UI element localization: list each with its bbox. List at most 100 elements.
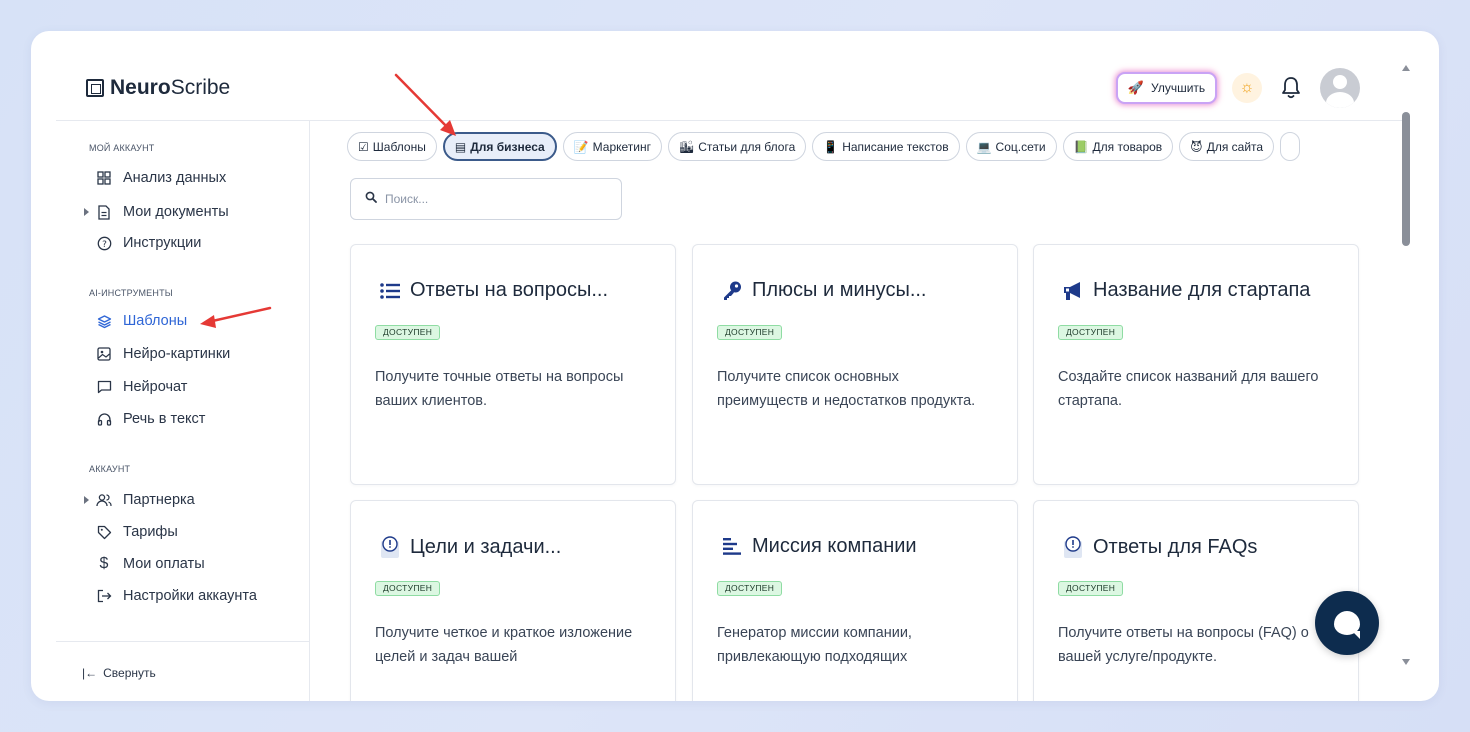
scroll-down-arrow-icon[interactable]: [1402, 659, 1410, 665]
chat-bubble-icon: [1334, 611, 1360, 639]
users-icon: [96, 492, 112, 508]
card-description: Создайте список названий для вашего стар…: [1058, 369, 1319, 409]
sidebar-item-my-documents[interactable]: Мои документы: [84, 202, 229, 222]
scrollbar-thumb[interactable]: [1402, 112, 1410, 246]
card-title: Ответы для FAQs: [1093, 535, 1258, 558]
card-description: Получите список основных преимуществ и н…: [717, 369, 976, 409]
caret-right-icon: [84, 496, 89, 504]
template-card[interactable]: Ответы на вопросы... ДОСТУПЕН Получите т…: [350, 244, 676, 485]
notification-bell-icon[interactable]: [1280, 75, 1302, 101]
collapse-label: Свернуть: [103, 666, 156, 680]
rocket-icon: 🚀: [1127, 80, 1145, 95]
devil-icon: 😈: [1190, 139, 1203, 154]
megaphone-icon: [1061, 280, 1085, 302]
tab-label: Для сайта: [1206, 139, 1264, 154]
tab-marketing[interactable]: 📝 Маркетинг: [562, 132, 663, 161]
status-badge: ДОСТУПЕН: [1058, 325, 1124, 340]
theme-toggle-sun-icon[interactable]: ☼: [1232, 73, 1262, 103]
search-box: [350, 178, 622, 220]
tab-blog-articles[interactable]: 🏙 Статьи для блога: [668, 132, 807, 161]
tab-for-website[interactable]: 😈 Для сайта: [1179, 132, 1275, 161]
card-title: Миссия компании: [752, 535, 917, 557]
card-description: Генератор миссии компании, привлекающую …: [717, 625, 912, 665]
key-icon: [720, 280, 744, 302]
sidebar-item-neurochat[interactable]: Нейрочат: [86, 377, 187, 397]
search-icon: [365, 190, 377, 208]
sidebar-item-label: Анализ данных: [123, 170, 227, 186]
card-title: Плюсы и минусы...: [752, 279, 927, 301]
sidebar-item-label: Нейрочат: [123, 379, 188, 395]
template-card[interactable]: Ответы для FAQs ДОСТУПЕН Получите ответы…: [1033, 500, 1359, 701]
image-icon: [96, 346, 112, 362]
logo-icon: [86, 79, 104, 97]
document-icon: [96, 204, 112, 220]
card-description: Получите точные ответы на вопросы ваших …: [375, 369, 624, 409]
sidebar-item-label: Речь в текст: [123, 411, 206, 427]
section-title-account: АККАУНТ: [89, 464, 131, 474]
card-description: Получите четкое и краткое изложение целе…: [375, 625, 633, 665]
card-title: Цели и задачи...: [410, 535, 562, 558]
caret-right-icon: [84, 208, 89, 216]
tab-for-products[interactable]: 📗 Для товаров: [1062, 132, 1174, 161]
card-title: Ответы на вопросы...: [410, 279, 609, 301]
sidebar-divider: [56, 641, 310, 642]
sidebar-item-partners[interactable]: Партнерка: [84, 490, 195, 510]
user-avatar[interactable]: [1320, 68, 1360, 108]
upgrade-button[interactable]: 🚀 Улучшить: [1116, 72, 1217, 104]
section-title-my-account: МОЙ АККАУНТ: [89, 143, 155, 153]
sidebar-item-data-analysis[interactable]: Анализ данных: [86, 168, 226, 188]
tab-label: Шаблоны: [372, 139, 426, 154]
scroll-up-arrow-icon[interactable]: [1402, 65, 1410, 71]
sidebar-item-label: Инструкции: [123, 235, 202, 251]
alert-icon: [1061, 535, 1085, 559]
tab-label: Соц.сети: [995, 139, 1046, 154]
support-chat-button[interactable]: [1315, 591, 1379, 655]
align-icon: [720, 536, 744, 558]
section-title-ai-tools: AI-ИНСТРУМЕНТЫ: [89, 288, 173, 298]
sidebar-item-label: Настройки аккаунта: [123, 588, 257, 604]
sidebar-item-speech-to-text[interactable]: Речь в текст: [86, 409, 205, 429]
tab-label: Для товаров: [1092, 139, 1163, 154]
sidebar-item-neuro-images[interactable]: Нейро-картинки: [86, 344, 230, 364]
template-card[interactable]: Цели и задачи... ДОСТУПЕН Получите четко…: [350, 500, 676, 701]
memo-icon: 📝: [573, 139, 589, 154]
sidebar-item-label: Партнерка: [123, 492, 195, 508]
scrollbar[interactable]: [1399, 61, 1413, 671]
sidebar-item-label: Тарифы: [123, 524, 178, 540]
template-card[interactable]: Миссия компании ДОСТУПЕН Генератор мисси…: [692, 500, 1018, 701]
upgrade-label: Улучшить: [1151, 81, 1206, 95]
status-badge: ДОСТУПЕН: [717, 325, 783, 340]
help-circle-icon: ?: [96, 235, 112, 251]
sidebar-item-account-settings[interactable]: Настройки аккаунта: [86, 586, 257, 606]
status-badge: ДОСТУПЕН: [1058, 581, 1124, 596]
status-badge: ДОСТУПЕН: [375, 325, 441, 340]
template-card[interactable]: Название для стартапа ДОСТУПЕН Создайте …: [1033, 244, 1359, 485]
sidebar-item-pricing[interactable]: Тарифы: [86, 522, 178, 542]
tab-label: Написание текстов: [842, 139, 949, 154]
category-tabs: ☑ Шаблоны ▤ Для бизнеса 📝 Маркетинг 🏙 Статьи дл…: [347, 132, 1369, 162]
sidebar-item-my-payments[interactable]: $ Мои оплаты: [86, 554, 205, 574]
search-input[interactable]: [385, 192, 605, 206]
laptop-icon: 💻: [976, 139, 992, 154]
status-badge: ДОСТУПЕН: [717, 581, 783, 596]
tab-more[interactable]: [1280, 132, 1301, 161]
dollar-icon: $: [99, 555, 109, 572]
book-icon: 📗: [1073, 139, 1089, 154]
sidebar-item-templates[interactable]: Шаблоны: [86, 311, 187, 331]
sidebar-item-label: Мои оплаты: [123, 556, 205, 572]
sidebar-item-label: Нейро-картинки: [123, 346, 231, 362]
collapse-sidebar-button[interactable]: |← Свернуть: [82, 666, 156, 680]
sidebar-item-instructions[interactable]: ? Инструкции: [86, 233, 201, 253]
template-card[interactable]: Плюсы и минусы... ДОСТУПЕН Получите спис…: [692, 244, 1018, 485]
tab-label: Для бизнеса: [470, 139, 545, 154]
logo-bold: Neuro: [110, 76, 171, 99]
tab-copywriting[interactable]: 📱 Написание текстов: [812, 132, 960, 161]
app-logo[interactable]: Neuro Scribe: [86, 76, 230, 100]
tab-social-media[interactable]: 💻 Соц.сети: [965, 132, 1057, 161]
tab-templates[interactable]: ☑ Шаблоны: [347, 132, 437, 161]
cityscape-icon: 🏙: [679, 139, 695, 154]
grid-icon: [96, 170, 112, 186]
tab-for-business[interactable]: ▤ Для бизнеса: [442, 132, 557, 161]
sidebar: МОЙ АККАУНТ Анализ данных Мои документы …: [56, 121, 310, 701]
collapse-arrow-icon: |←: [82, 666, 98, 680]
